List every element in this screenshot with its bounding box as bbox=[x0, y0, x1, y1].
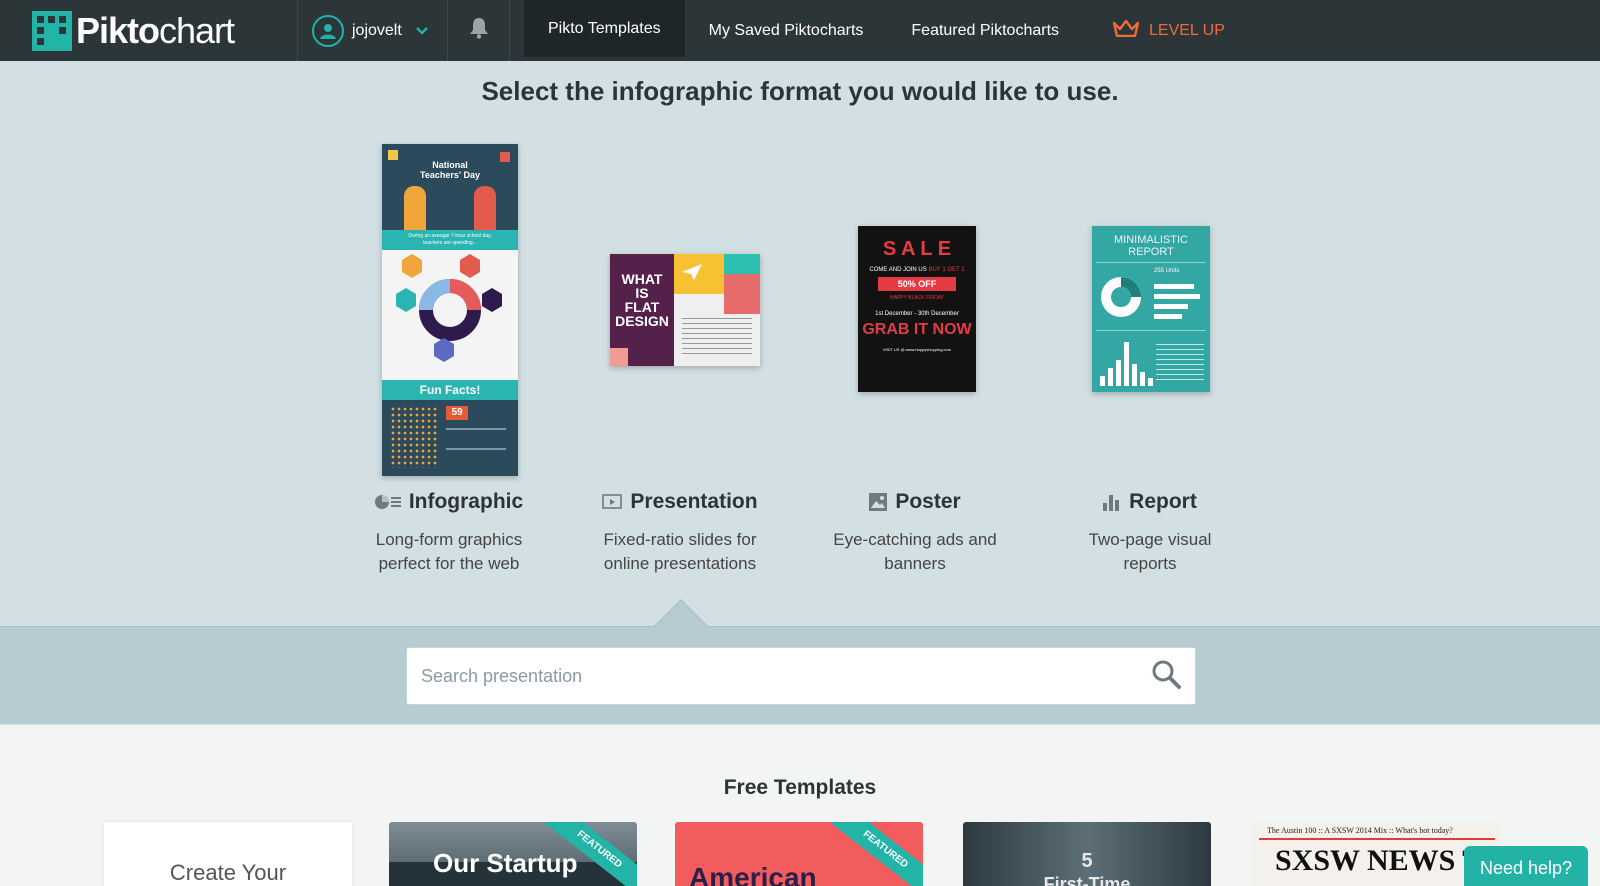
presentation-thumb-line4: DESIGN bbox=[615, 313, 669, 329]
report-thumb-title2: REPORT bbox=[1128, 246, 1174, 258]
infographic-thumb-line2: Teachers' Day bbox=[419, 170, 480, 180]
template-card-topline: The Austin 100 :: A SXSW 2014 Mix :: Wha… bbox=[1267, 826, 1453, 835]
template-card-american[interactable]: American FEATURED bbox=[675, 822, 923, 886]
template-card-first-time[interactable]: 5 First-Time bbox=[963, 822, 1211, 886]
infographic-thumbnail[interactable]: National Teachers' Day During an average… bbox=[382, 144, 518, 476]
format-desc: Long-form graphics bbox=[375, 530, 523, 549]
presentation-thumb-line3: FLAT bbox=[624, 299, 660, 315]
bar-chart-icon bbox=[1103, 493, 1121, 511]
tab-pikto-templates[interactable]: Pikto Templates bbox=[524, 0, 685, 57]
logo-mark-icon bbox=[32, 10, 72, 51]
page-title: Select the infographic format you would … bbox=[481, 76, 1119, 106]
template-card-sublabel: First-Time bbox=[1043, 874, 1131, 886]
infographic-thumb-line3: During an average 7-hour school day, bbox=[408, 233, 492, 239]
crown-icon bbox=[1112, 19, 1149, 42]
poster-thumb-off: 50% OFF bbox=[878, 277, 956, 291]
poster-thumb-line1b: BUY 1 GET 1 bbox=[928, 267, 965, 273]
poster-thumb-line1: COME AND JOIN US bbox=[869, 267, 927, 273]
format-desc: online presentations bbox=[603, 554, 757, 573]
poster-thumb-grab: GRAB IT NOW bbox=[862, 321, 972, 338]
logo-text-thin: chart bbox=[159, 9, 235, 51]
bell-icon bbox=[469, 17, 489, 44]
poster-thumbnail[interactable]: S A L E COME AND JOIN US BUY 1 GET 1 50%… bbox=[858, 226, 976, 392]
format-desc: reports bbox=[1123, 554, 1177, 573]
free-templates-title: Free Templates bbox=[723, 776, 877, 799]
report-thumbnail[interactable]: MINIMALISTIC REPORT 255 Units bbox=[1092, 226, 1210, 392]
format-desc: Eye-catching ads and bbox=[833, 530, 997, 549]
logo-text-bold: Pikto bbox=[76, 9, 160, 51]
template-card-label: American bbox=[689, 862, 817, 886]
format-presentation[interactable]: Presentation Fixed-ratio slides for onlin… bbox=[565, 490, 795, 576]
tab-featured-piktocharts[interactable]: Featured Piktocharts bbox=[887, 0, 1083, 61]
need-help-button[interactable]: Need help? bbox=[1464, 846, 1588, 886]
presentation-thumb-line1: WHAT bbox=[621, 271, 663, 287]
format-title: Presentation bbox=[630, 490, 758, 513]
poster-thumb-url: VISIT US @ www.happyshopping.com bbox=[882, 347, 952, 352]
search-icon[interactable] bbox=[1151, 659, 1181, 694]
template-card-startup[interactable]: Our Startup FEATURED bbox=[389, 822, 637, 886]
template-card-create[interactable]: Create Your bbox=[104, 822, 352, 886]
search-input[interactable] bbox=[421, 665, 1151, 687]
infographic-thumb-line4: teachers are spending... bbox=[423, 240, 477, 246]
presentation-thumbnail[interactable]: WHAT IS FLAT DESIGN bbox=[610, 254, 760, 366]
format-title: Infographic bbox=[408, 490, 524, 513]
poster-thumb-line2: HAPPY BLACK FRIDAY bbox=[890, 295, 944, 301]
report-thumb-title1: MINIMALISTIC bbox=[1114, 234, 1188, 246]
infographic-thumb-fun-facts: Fun Facts! bbox=[382, 380, 518, 400]
level-up-label: LEVEL UP bbox=[1149, 21, 1225, 39]
user-avatar-icon bbox=[312, 14, 344, 47]
format-desc: Fixed-ratio slides for bbox=[603, 530, 757, 549]
format-desc: perfect for the web bbox=[378, 554, 520, 573]
format-report[interactable]: Report Two-page visual reports bbox=[1035, 490, 1265, 576]
user-menu[interactable]: jojovelt bbox=[298, 0, 448, 61]
template-card-label: 5 bbox=[1081, 850, 1093, 872]
report-thumb-units: 255 Units bbox=[1154, 268, 1180, 274]
infographic-thumb-number: 59 bbox=[446, 406, 468, 420]
presentation-thumb-line2: IS bbox=[635, 285, 649, 301]
format-title: Poster bbox=[895, 490, 961, 513]
level-up-link[interactable]: LEVEL UP bbox=[1083, 0, 1225, 61]
notifications-button[interactable] bbox=[448, 0, 510, 61]
chevron-down-icon[interactable] bbox=[415, 22, 428, 40]
format-poster[interactable]: Poster Eye-catching ads and banners bbox=[800, 490, 1030, 576]
pie-list-icon bbox=[374, 494, 401, 510]
poster-thumb-sale: S A L E bbox=[882, 238, 952, 260]
top-nav: Piktochart jojovelt Pikto Templates My S… bbox=[0, 0, 1600, 61]
tab-my-saved-piktocharts[interactable]: My Saved Piktocharts bbox=[685, 0, 888, 61]
slides-icon bbox=[602, 494, 623, 510]
infographic-thumb-line1: National bbox=[432, 160, 468, 170]
format-desc: Two-page visual bbox=[1088, 530, 1212, 549]
search-box[interactable] bbox=[406, 647, 1196, 705]
format-desc: banners bbox=[884, 554, 946, 573]
format-title: Report bbox=[1129, 490, 1197, 513]
template-card-label: Create Your bbox=[169, 860, 287, 885]
template-card-label: Our Startup bbox=[433, 848, 578, 878]
username: jojovelt bbox=[352, 21, 402, 39]
poster-thumb-date: 1st December - 30th December bbox=[875, 311, 959, 317]
featured-ribbon: FEATURED bbox=[830, 822, 923, 886]
piktochart-logo[interactable]: Piktochart bbox=[0, 0, 298, 61]
format-infographic[interactable]: Infographic Long-form graphics perfect fo… bbox=[334, 490, 564, 576]
image-icon bbox=[869, 493, 888, 511]
